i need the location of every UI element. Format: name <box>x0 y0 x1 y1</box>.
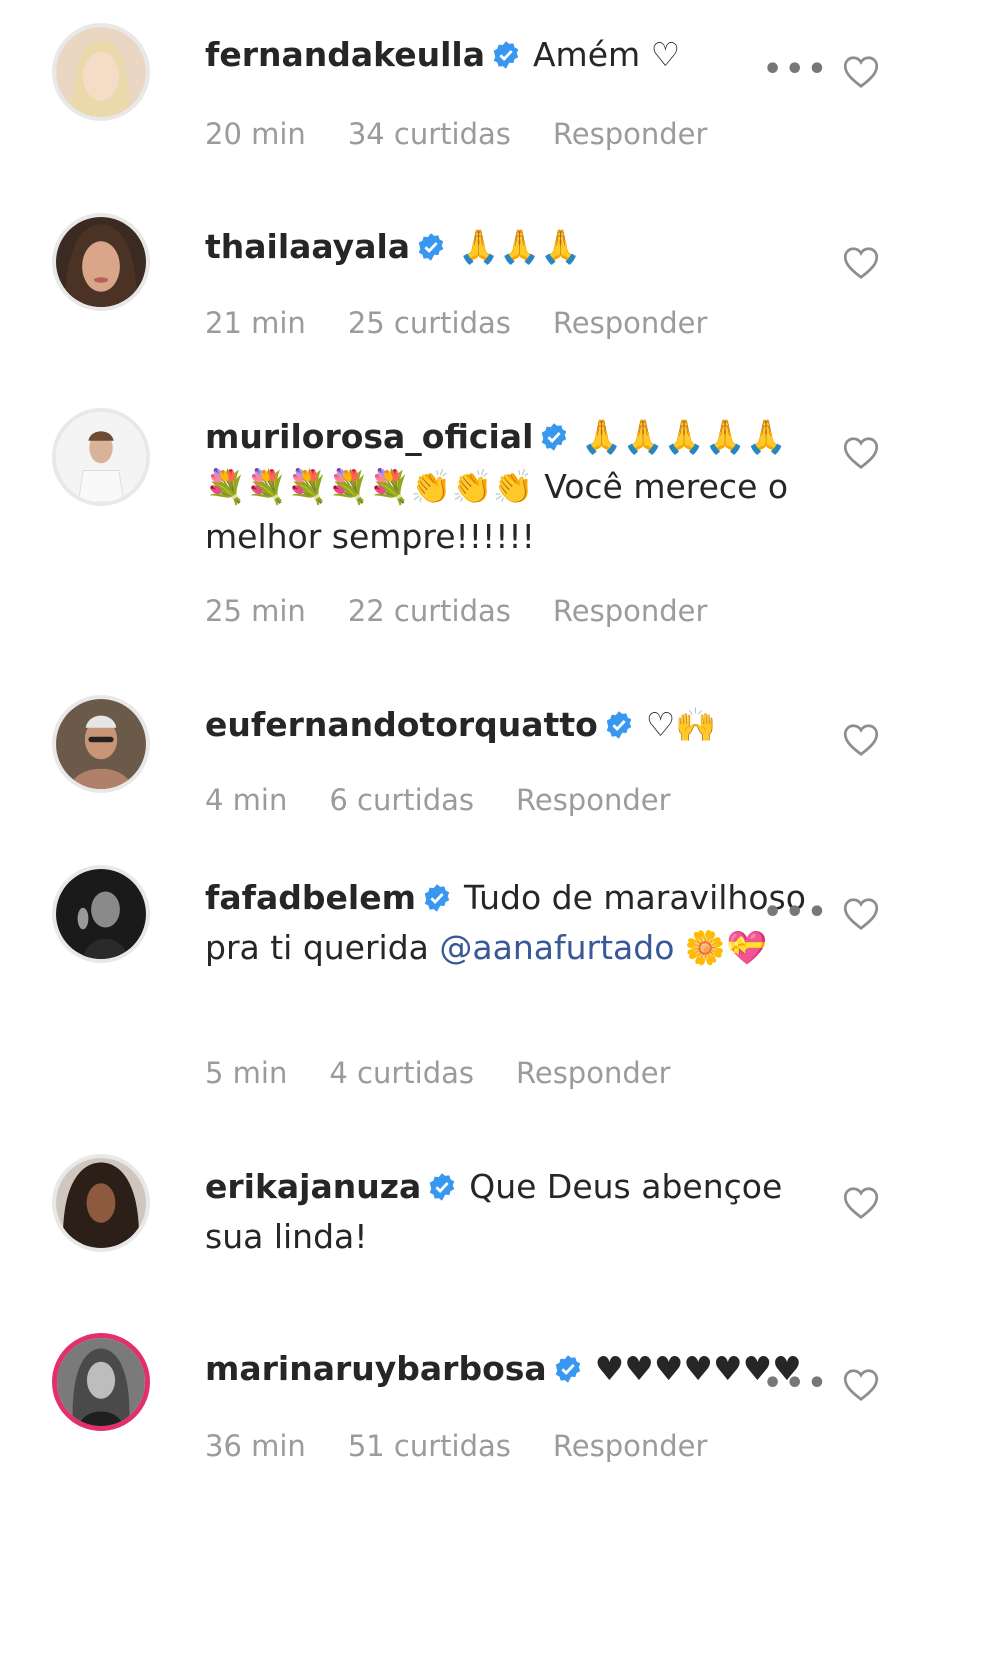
like-count[interactable]: 22 curtidas <box>348 594 511 628</box>
avatar-story-ring[interactable] <box>52 1333 150 1431</box>
comment-meta: 4 min 6 curtidas Responder <box>205 783 713 817</box>
avatar-image <box>56 412 146 502</box>
username-link[interactable]: fernandakeulla <box>205 35 485 74</box>
reply-button[interactable]: Responder <box>553 594 708 628</box>
more-options-icon[interactable]: ••• <box>763 895 830 930</box>
comment-body: thailaayala 🙏🙏🙏 <box>205 222 810 272</box>
more-options-icon[interactable]: ••• <box>763 1366 830 1401</box>
comment-text: ♡🙌 <box>645 705 717 744</box>
username-link[interactable]: erikajanuza <box>205 1167 421 1206</box>
username-link[interactable]: thailaayala <box>205 227 410 266</box>
avatar-image <box>56 699 146 789</box>
avatar[interactable] <box>52 213 150 311</box>
comment-text: 🙏🙏🙏 <box>458 227 582 266</box>
avatar[interactable] <box>52 1154 150 1252</box>
avatar-image <box>56 869 146 959</box>
username-link[interactable]: fafadbelem <box>205 878 416 917</box>
reply-button[interactable]: Responder <box>553 1429 708 1463</box>
reply-button[interactable]: Responder <box>516 1056 671 1090</box>
verified-badge-icon <box>418 233 444 261</box>
verified-badge-icon <box>555 1355 580 1383</box>
comment-meta: 36 min 51 curtidas Responder <box>205 1429 749 1463</box>
more-options-icon[interactable]: ••• <box>763 52 830 87</box>
verified-badge-icon <box>429 1173 455 1201</box>
like-count[interactable]: 51 curtidas <box>348 1429 511 1463</box>
comment-body: eufernandotorquatto ♡🙌 <box>205 700 810 750</box>
comment-time[interactable]: 25 min <box>205 594 306 628</box>
comment-time[interactable]: 4 min <box>205 783 287 817</box>
comment-text: Amém ♡ <box>532 35 681 74</box>
verified-badge-icon <box>493 41 519 69</box>
comment-body: erikajanuza Que Deus abençoe sua linda! <box>205 1162 810 1262</box>
verified-badge-icon <box>542 423 567 451</box>
heart-outline-icon[interactable] <box>843 55 879 89</box>
heart-outline-icon[interactable] <box>843 246 879 280</box>
like-count[interactable]: 34 curtidas <box>348 117 511 151</box>
reply-button[interactable]: Responder <box>553 117 708 151</box>
username-link[interactable]: eufernandotorquatto <box>205 705 598 744</box>
avatar-image <box>57 1338 145 1426</box>
username-link[interactable]: marinaruybarbosa <box>205 1349 547 1388</box>
verified-badge-icon <box>606 711 632 739</box>
like-count[interactable]: 4 curtidas <box>329 1056 474 1090</box>
comment-body: marinaruybarbosa ♥♥♥♥♥♥♥ <box>205 1344 810 1394</box>
comment-time[interactable]: 21 min <box>205 306 306 340</box>
heart-outline-icon[interactable] <box>843 723 879 757</box>
like-count[interactable]: 6 curtidas <box>329 783 474 817</box>
heart-outline-icon[interactable] <box>843 1368 879 1402</box>
heart-outline-icon[interactable] <box>843 897 879 931</box>
comment-meta: 5 min 4 curtidas Responder <box>205 1056 713 1090</box>
comment-meta: 20 min 34 curtidas Responder <box>205 117 749 151</box>
avatar[interactable] <box>52 23 150 121</box>
comment-meta: 21 min 25 curtidas Responder <box>205 306 749 340</box>
verified-badge-icon <box>424 884 450 912</box>
comments-list: fernandakeulla Amém ♡ ••• 20 min 34 curtid… <box>0 0 984 1659</box>
reply-button[interactable]: Responder <box>553 306 708 340</box>
comment-body: fafadbelem Tudo de maravilhoso pra ti que… <box>205 873 810 973</box>
comment-time[interactable]: 5 min <box>205 1056 287 1090</box>
heart-outline-icon[interactable] <box>843 1186 879 1220</box>
comment-body: murilorosa_oficial 🙏🙏🙏🙏🙏💐💐💐💐💐👏👏👏 Você mer… <box>205 412 810 562</box>
comment-text-emoji: 🌼💝 <box>674 928 768 967</box>
avatar-image <box>56 217 146 307</box>
comment-body: fernandakeulla Amém ♡ <box>205 30 810 80</box>
comment-meta: 25 min 22 curtidas Responder <box>205 594 749 628</box>
avatar[interactable] <box>52 695 150 793</box>
heart-outline-icon[interactable] <box>843 436 879 470</box>
avatar-image <box>56 1158 146 1248</box>
reply-button[interactable]: Responder <box>516 783 671 817</box>
username-link[interactable]: murilorosa_oficial <box>205 417 533 456</box>
comment-time[interactable]: 36 min <box>205 1429 306 1463</box>
mention-link[interactable]: @aanafurtado <box>439 928 674 967</box>
avatar[interactable] <box>52 865 150 963</box>
like-count[interactable]: 25 curtidas <box>348 306 511 340</box>
avatar[interactable] <box>52 408 150 506</box>
avatar-image <box>56 27 146 117</box>
comment-time[interactable]: 20 min <box>205 117 306 151</box>
